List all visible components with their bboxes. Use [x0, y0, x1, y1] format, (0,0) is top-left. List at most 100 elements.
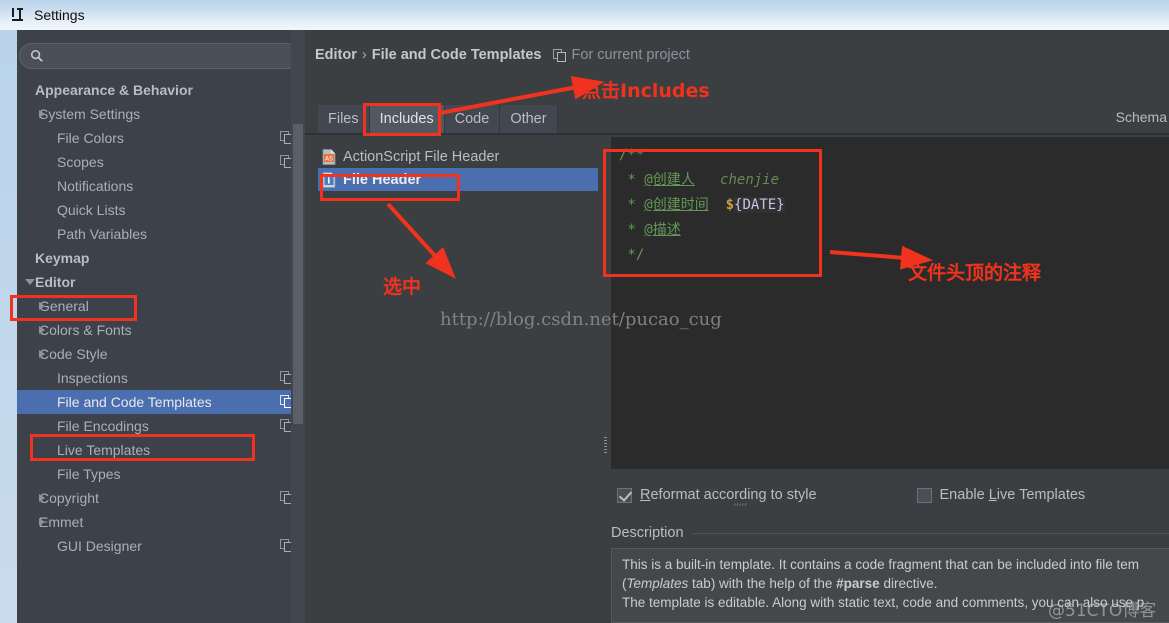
editor-token-plain: * — [619, 172, 644, 188]
chevron-right-icon[interactable] — [39, 110, 45, 118]
sidebar-item-path-variables[interactable]: Path Variables — [17, 222, 305, 246]
template-tabs: FilesIncludesCodeOther — [318, 105, 558, 133]
live-templates-checkbox-label: Enable Live Templates — [940, 487, 1086, 503]
sidebar-scrollbar-thumb[interactable] — [293, 124, 303, 424]
sidebar-item-gui-designer[interactable]: GUI Designer — [17, 534, 305, 558]
sidebar-item-editor[interactable]: Editor — [17, 270, 305, 294]
breadcrumb-root[interactable]: Editor — [315, 47, 357, 63]
sidebar-item-label: Editor — [35, 274, 75, 290]
sidebar-item-scopes[interactable]: Scopes — [17, 150, 305, 174]
title-bar: Settings — [0, 0, 1169, 30]
template-list-item-label: ActionScript File Header — [343, 149, 499, 165]
editor-line: */ — [619, 243, 1169, 268]
sidebar-item-label: Path Variables — [57, 226, 147, 242]
editor-token-tag: @创建时间 — [644, 197, 708, 213]
editor-token-val: chenjie — [720, 172, 779, 188]
sidebar-item-label: Inspections — [57, 370, 128, 386]
sidebar-item-label: File Colors — [57, 130, 124, 146]
sidebar-item-copyright[interactable]: Copyright — [17, 486, 305, 510]
annotation-file-header-comment: 文件头顶的注释 — [908, 258, 1041, 285]
window-title: Settings — [34, 7, 85, 23]
description-header: Description — [611, 525, 1169, 541]
sidebar-item-label: Code Style — [39, 346, 107, 362]
live-templates-checkbox[interactable]: Enable Live Templates — [917, 487, 1086, 503]
search-box[interactable] — [19, 43, 301, 69]
sidebar-item-label: System Settings — [39, 106, 140, 122]
sidebar-item-emmet[interactable]: Emmet — [17, 510, 305, 534]
sidebar-item-label: File Types — [57, 466, 121, 482]
tab-other[interactable]: Other — [500, 105, 557, 133]
reformat-checkbox-box[interactable] — [617, 488, 632, 503]
sidebar-item-label: Scopes — [57, 154, 104, 170]
sidebar-item-label: File and Code Templates — [57, 394, 212, 410]
sidebar-item-code-style[interactable]: Code Style — [17, 342, 305, 366]
sidebar-item-appearance-behavior[interactable]: Appearance & Behavior — [17, 78, 305, 102]
chevron-right-icon[interactable] — [39, 350, 45, 358]
settings-tree: Appearance & Behavior System Settings File… — [17, 78, 305, 558]
editor-line: * @描述 — [619, 218, 1169, 243]
sidebar-item-label: Notifications — [57, 178, 133, 194]
description-label: Description — [611, 525, 684, 541]
editor-token-plain — [695, 172, 720, 188]
template-list: AS ActionScript File Header File Header — [318, 145, 598, 467]
reformat-checkbox[interactable]: Reformat according to style — [617, 487, 817, 503]
sidebar-item-label: General — [39, 298, 89, 314]
tab-includes[interactable]: Includes — [370, 105, 445, 133]
search-input[interactable] — [50, 49, 290, 64]
reformat-checkbox-label: Reformat according to style — [640, 487, 817, 503]
editor-token-plain — [709, 197, 726, 213]
sidebar-item-label: Quick Lists — [57, 202, 125, 218]
sidebar-item-live-templates[interactable]: Live Templates — [17, 438, 305, 462]
template-list-item[interactable]: AS ActionScript File Header — [318, 145, 598, 168]
sidebar-item-notifications[interactable]: Notifications — [17, 174, 305, 198]
sidebar-item-label: Appearance & Behavior — [35, 82, 193, 98]
annotation-click-includes: 点击Includes — [582, 76, 710, 103]
sidebar-item-label: File Encodings — [57, 418, 149, 434]
svg-text:AS: AS — [325, 155, 333, 162]
chevron-right-icon[interactable] — [39, 494, 45, 502]
sidebar-item-label: Emmet — [39, 514, 83, 530]
live-templates-hint: ′′′′′ — [734, 502, 747, 512]
chevron-right-icon[interactable] — [39, 302, 45, 310]
sidebar-item-inspections[interactable]: Inspections — [17, 366, 305, 390]
settings-window: Settings Appearance & Behavior System Set… — [0, 0, 1169, 623]
pane-splitter[interactable] — [601, 137, 611, 477]
pane-splitter-grip[interactable] — [604, 437, 608, 455]
editor-token-plain: */ — [619, 247, 644, 263]
templates-content: AS ActionScript File Header File Header /*… — [305, 137, 1169, 623]
tab-files[interactable]: Files — [318, 105, 370, 133]
chevron-right-icon[interactable] — [39, 326, 45, 334]
search-icon — [30, 49, 44, 63]
editor-line: * @创建人 chenjie — [619, 168, 1169, 193]
sidebar-item-system-settings[interactable]: System Settings — [17, 102, 305, 126]
watermark-site: @51CTO博客 — [1048, 596, 1156, 621]
chevron-right-icon[interactable] — [39, 518, 45, 526]
schema-label: Schema — [1116, 109, 1167, 125]
intellij-logo-icon — [10, 7, 26, 23]
chevron-down-icon[interactable] — [25, 279, 35, 285]
actionscript-file-icon: AS — [322, 149, 336, 165]
sidebar-item-general[interactable]: General — [17, 294, 305, 318]
copy-scope-icon — [553, 49, 566, 62]
sidebar-item-keymap[interactable]: Keymap — [17, 246, 305, 270]
project-scope-label: For current project — [571, 47, 689, 63]
editor-token-plain: * — [619, 197, 644, 213]
watermark-url: http://blog.csdn.net/pucao_cug — [440, 309, 722, 330]
sidebar-item-quick-lists[interactable]: Quick Lists — [17, 198, 305, 222]
text-file-icon — [322, 172, 336, 188]
template-list-item[interactable]: File Header — [318, 168, 598, 191]
sidebar-item-file-colors[interactable]: File Colors — [17, 126, 305, 150]
sidebar-item-file-encodings[interactable]: File Encodings — [17, 414, 305, 438]
sidebar-item-file-and-code-templates[interactable]: File and Code Templates — [17, 390, 305, 414]
sidebar-scrollbar[interactable] — [291, 30, 305, 623]
description-rule — [692, 533, 1169, 534]
live-templates-checkbox-box[interactable] — [917, 488, 932, 503]
sidebar-item-label: GUI Designer — [57, 538, 142, 554]
tab-code[interactable]: Code — [445, 105, 501, 133]
sidebar-item-file-types[interactable]: File Types — [17, 462, 305, 486]
template-editor[interactable]: /** * @创建人 chenjie * @创建时间 ${DATE} * @描述… — [611, 137, 1169, 469]
sidebar-item-colors-fonts[interactable]: Colors & Fonts — [17, 318, 305, 342]
annotation-selected: 选中 — [383, 272, 421, 299]
breadcrumb-separator: › — [362, 47, 367, 63]
editor-token-plain: /** — [619, 147, 644, 163]
